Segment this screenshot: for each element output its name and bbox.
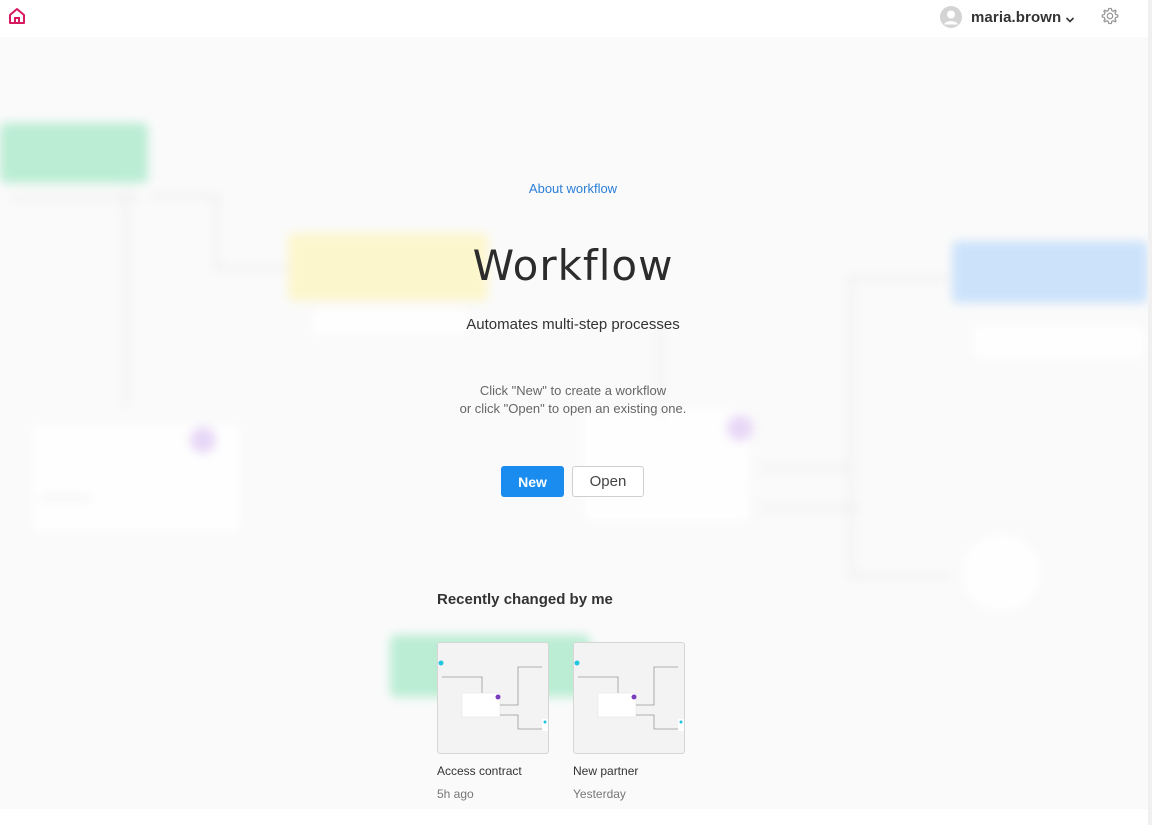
recent-workflow-card[interactable]: New partner Yesterday [573, 642, 685, 801]
page-subtitle: Automates multi-step processes [466, 316, 680, 333]
recent-workflow-name: New partner [573, 764, 639, 778]
recent-section-title: Recently changed by me [437, 591, 613, 608]
gear-icon[interactable] [1100, 6, 1120, 26]
workflow-thumbnail[interactable] [437, 642, 549, 754]
recent-workflow-time: Yesterday [573, 787, 626, 801]
recent-workflow-card[interactable]: Access contract 5h ago [437, 642, 549, 801]
workflow-thumbnail[interactable] [573, 642, 685, 754]
page-title: Workflow [472, 241, 674, 290]
user-menu[interactable]: maria.brown [940, 4, 1075, 30]
chevron-down-icon [1065, 12, 1075, 23]
recent-workflow-name: Access contract [437, 764, 522, 778]
top-bar: maria.brown [0, 0, 1148, 36]
home-icon[interactable] [7, 6, 27, 26]
username: maria.brown [971, 8, 1062, 26]
open-workflow-button[interactable]: Open [572, 466, 644, 497]
instructions-line-1: Click "New" to create a workflow [479, 383, 667, 398]
user-avatar-icon [940, 6, 962, 28]
recent-workflow-time: 5h ago [437, 787, 474, 801]
new-workflow-button[interactable]: New [501, 466, 564, 497]
about-workflow-link[interactable]: About workflow [473, 181, 673, 196]
instructions-text: Click "New" to create a workflow or clic… [373, 382, 773, 418]
workflow-app: maria.brown About workflow Workflow Auto… [0, 0, 1152, 825]
main-area: About workflow Workflow Automates multi-… [0, 37, 1148, 809]
instructions-line-2: or click "Open" to open an existing one. [459, 401, 687, 416]
page-scrollbar[interactable] [1148, 0, 1152, 825]
